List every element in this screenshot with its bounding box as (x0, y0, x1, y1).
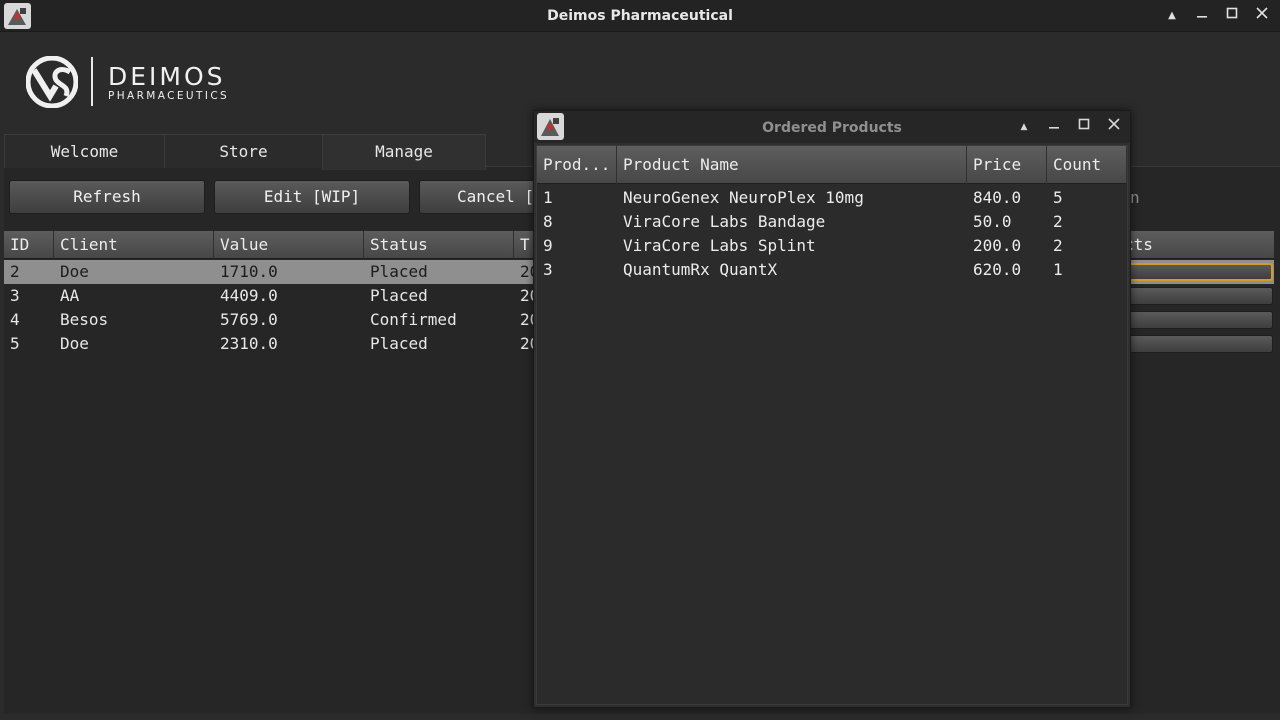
cell-client: AA (60, 286, 80, 305)
products-table-header: Prod... Product Name Price Count (537, 146, 1127, 184)
chevron-up-icon[interactable]: ▲ (1014, 117, 1034, 137)
cell-count: 1 (1053, 260, 1063, 279)
dialog-titlebar[interactable]: Ordered Products ▲ (534, 111, 1130, 143)
cell-price: 200.0 (973, 236, 1022, 255)
cell-product-name: QuantumRx QuantX (623, 260, 778, 279)
cell-id: 3 (10, 286, 20, 305)
dialog-title: Ordered Products (762, 120, 902, 136)
chevron-up-icon[interactable]: ▲ (1162, 6, 1182, 26)
maximize-icon[interactable] (1222, 6, 1242, 26)
column-header-price[interactable]: Price (967, 146, 1047, 184)
column-header-status[interactable]: Status (364, 231, 514, 259)
minimize-icon[interactable] (1044, 117, 1064, 137)
cell-value: 4409.0 (220, 286, 278, 305)
column-header-product-name[interactable]: Product Name (617, 146, 967, 184)
table-row[interactable]: 3 QuantumRx QuantX 620.0 1 (537, 258, 1127, 282)
cell-id: 5 (10, 334, 20, 353)
cell-status: Placed (370, 334, 428, 353)
cell-client: Doe (60, 262, 89, 281)
cell-price: 620.0 (973, 260, 1022, 279)
cell-client: Besos (60, 310, 109, 329)
cell-status: Placed (370, 286, 428, 305)
close-icon[interactable] (1104, 117, 1124, 137)
table-row[interactable]: 9 ViraCore Labs Splint 200.0 2 (537, 234, 1127, 258)
cell-id: 2 (10, 262, 20, 281)
tab-store[interactable]: Store (164, 134, 323, 168)
cell-product-name: NeuroGenex NeuroPlex 10mg (623, 188, 864, 207)
hidden-button-text: n (1130, 188, 1140, 207)
window-title: Deimos Pharmaceutical (547, 8, 733, 24)
tab-welcome[interactable]: Welcome (4, 134, 165, 168)
cell-client: Doe (60, 334, 89, 353)
column-header-products[interactable]: cts (1124, 231, 1274, 259)
ordered-products-dialog[interactable]: Ordered Products ▲ Prod... Product Name … (533, 110, 1131, 708)
column-header-product-id[interactable]: Prod... (537, 146, 617, 184)
cell-product-id: 3 (543, 260, 553, 279)
view-products-button[interactable] (1128, 311, 1273, 329)
cell-count: 2 (1053, 236, 1063, 255)
table-row[interactable]: 8 ViraCore Labs Bandage 50.0 2 (537, 210, 1127, 234)
column-header-count[interactable]: Count (1047, 146, 1127, 184)
cell-count: 2 (1053, 212, 1063, 231)
cell-product-name: ViraCore Labs Splint (623, 236, 816, 255)
logo-subtitle: PHARMACEUTICS (108, 90, 230, 102)
refresh-button[interactable]: Refresh (9, 180, 205, 214)
ordered-products-table[interactable]: Prod... Product Name Price Count 1 Neuro… (536, 145, 1128, 705)
cell-product-name: ViraCore Labs Bandage (623, 212, 826, 231)
cell-status: Confirmed (370, 310, 457, 329)
view-products-button[interactable] (1128, 263, 1273, 281)
logo-name: DEIMOS (108, 62, 226, 91)
column-header-time[interactable]: T (514, 231, 534, 259)
cell-price: 50.0 (973, 212, 1012, 231)
cell-price: 840.0 (973, 188, 1022, 207)
maximize-icon[interactable] (1074, 117, 1094, 137)
table-row[interactable]: 1 NeuroGenex NeuroPlex 10mg 840.0 5 (537, 186, 1127, 210)
cell-product-id: 8 (543, 212, 553, 231)
column-header-value[interactable]: Value (214, 231, 364, 259)
view-products-button[interactable] (1128, 335, 1273, 353)
cell-id: 4 (10, 310, 20, 329)
logo-divider (91, 57, 93, 106)
deimos-logo-icon (26, 56, 78, 108)
column-header-client[interactable]: Client (54, 231, 214, 259)
tab-manage[interactable]: Manage (322, 134, 486, 170)
cell-product-id: 1 (543, 188, 553, 207)
close-icon[interactable] (1252, 6, 1272, 26)
cell-value: 5769.0 (220, 310, 278, 329)
edit-button[interactable]: Edit [WIP] (214, 180, 410, 214)
cell-product-id: 9 (543, 236, 553, 255)
main-titlebar[interactable]: Deimos Pharmaceutical ▲ (0, 0, 1280, 32)
cell-count: 5 (1053, 188, 1063, 207)
cell-value: 1710.0 (220, 262, 278, 281)
column-header-id[interactable]: ID (4, 231, 54, 259)
cell-value: 2310.0 (220, 334, 278, 353)
minimize-icon[interactable] (1192, 6, 1212, 26)
cell-status: Placed (370, 262, 428, 281)
view-products-button[interactable] (1128, 287, 1273, 305)
